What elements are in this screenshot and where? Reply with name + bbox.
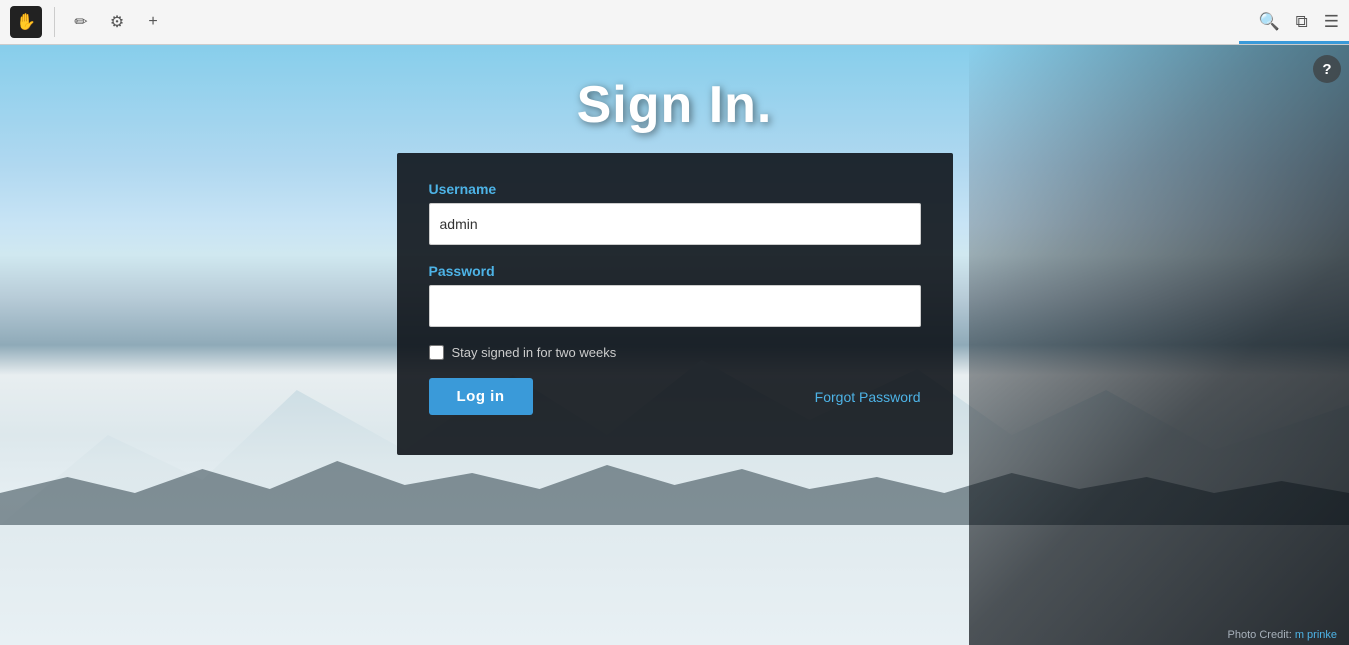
- form-actions: Log in Forgot Password: [429, 378, 921, 415]
- pencil-icon[interactable]: ✏: [67, 8, 95, 36]
- stay-signed-row: Stay signed in for two weeks: [429, 345, 921, 360]
- gear-icon[interactable]: ⚙: [103, 8, 131, 36]
- plus-icon[interactable]: +: [139, 8, 167, 36]
- right-overlay: [969, 45, 1349, 645]
- duplicate-icon[interactable]: ⧉: [1296, 12, 1308, 32]
- browser-logo: ✋: [10, 6, 42, 38]
- password-input[interactable]: [429, 285, 921, 327]
- stay-signed-checkbox[interactable]: [429, 345, 444, 360]
- username-input[interactable]: [429, 203, 921, 245]
- photo-credit: Photo Credit: m prinke: [1228, 629, 1337, 641]
- login-panel: Username Password Stay signed in for two…: [397, 153, 953, 455]
- forgot-password-link[interactable]: Forgot Password: [815, 389, 921, 405]
- password-label: Password: [429, 263, 921, 279]
- photo-credit-link[interactable]: m prinke: [1295, 629, 1337, 641]
- menu-icon[interactable]: ☰: [1324, 12, 1339, 32]
- accent-bar: [1239, 41, 1349, 44]
- stay-signed-label: Stay signed in for two weeks: [452, 345, 617, 360]
- browser-toolbar: ✋ ✏ ⚙ + 🔍 ⧉ ☰: [0, 0, 1349, 45]
- password-field-group: Password: [429, 263, 921, 327]
- username-field-group: Username: [429, 181, 921, 245]
- page-title: Sign In.: [577, 75, 773, 135]
- divider-1: [54, 7, 55, 37]
- login-button[interactable]: Log in: [429, 378, 533, 415]
- help-button[interactable]: ?: [1313, 55, 1341, 83]
- search-icon[interactable]: 🔍: [1258, 12, 1279, 32]
- page-area: ? Sign In. Username Password Stay signed…: [0, 45, 1349, 645]
- username-label: Username: [429, 181, 921, 197]
